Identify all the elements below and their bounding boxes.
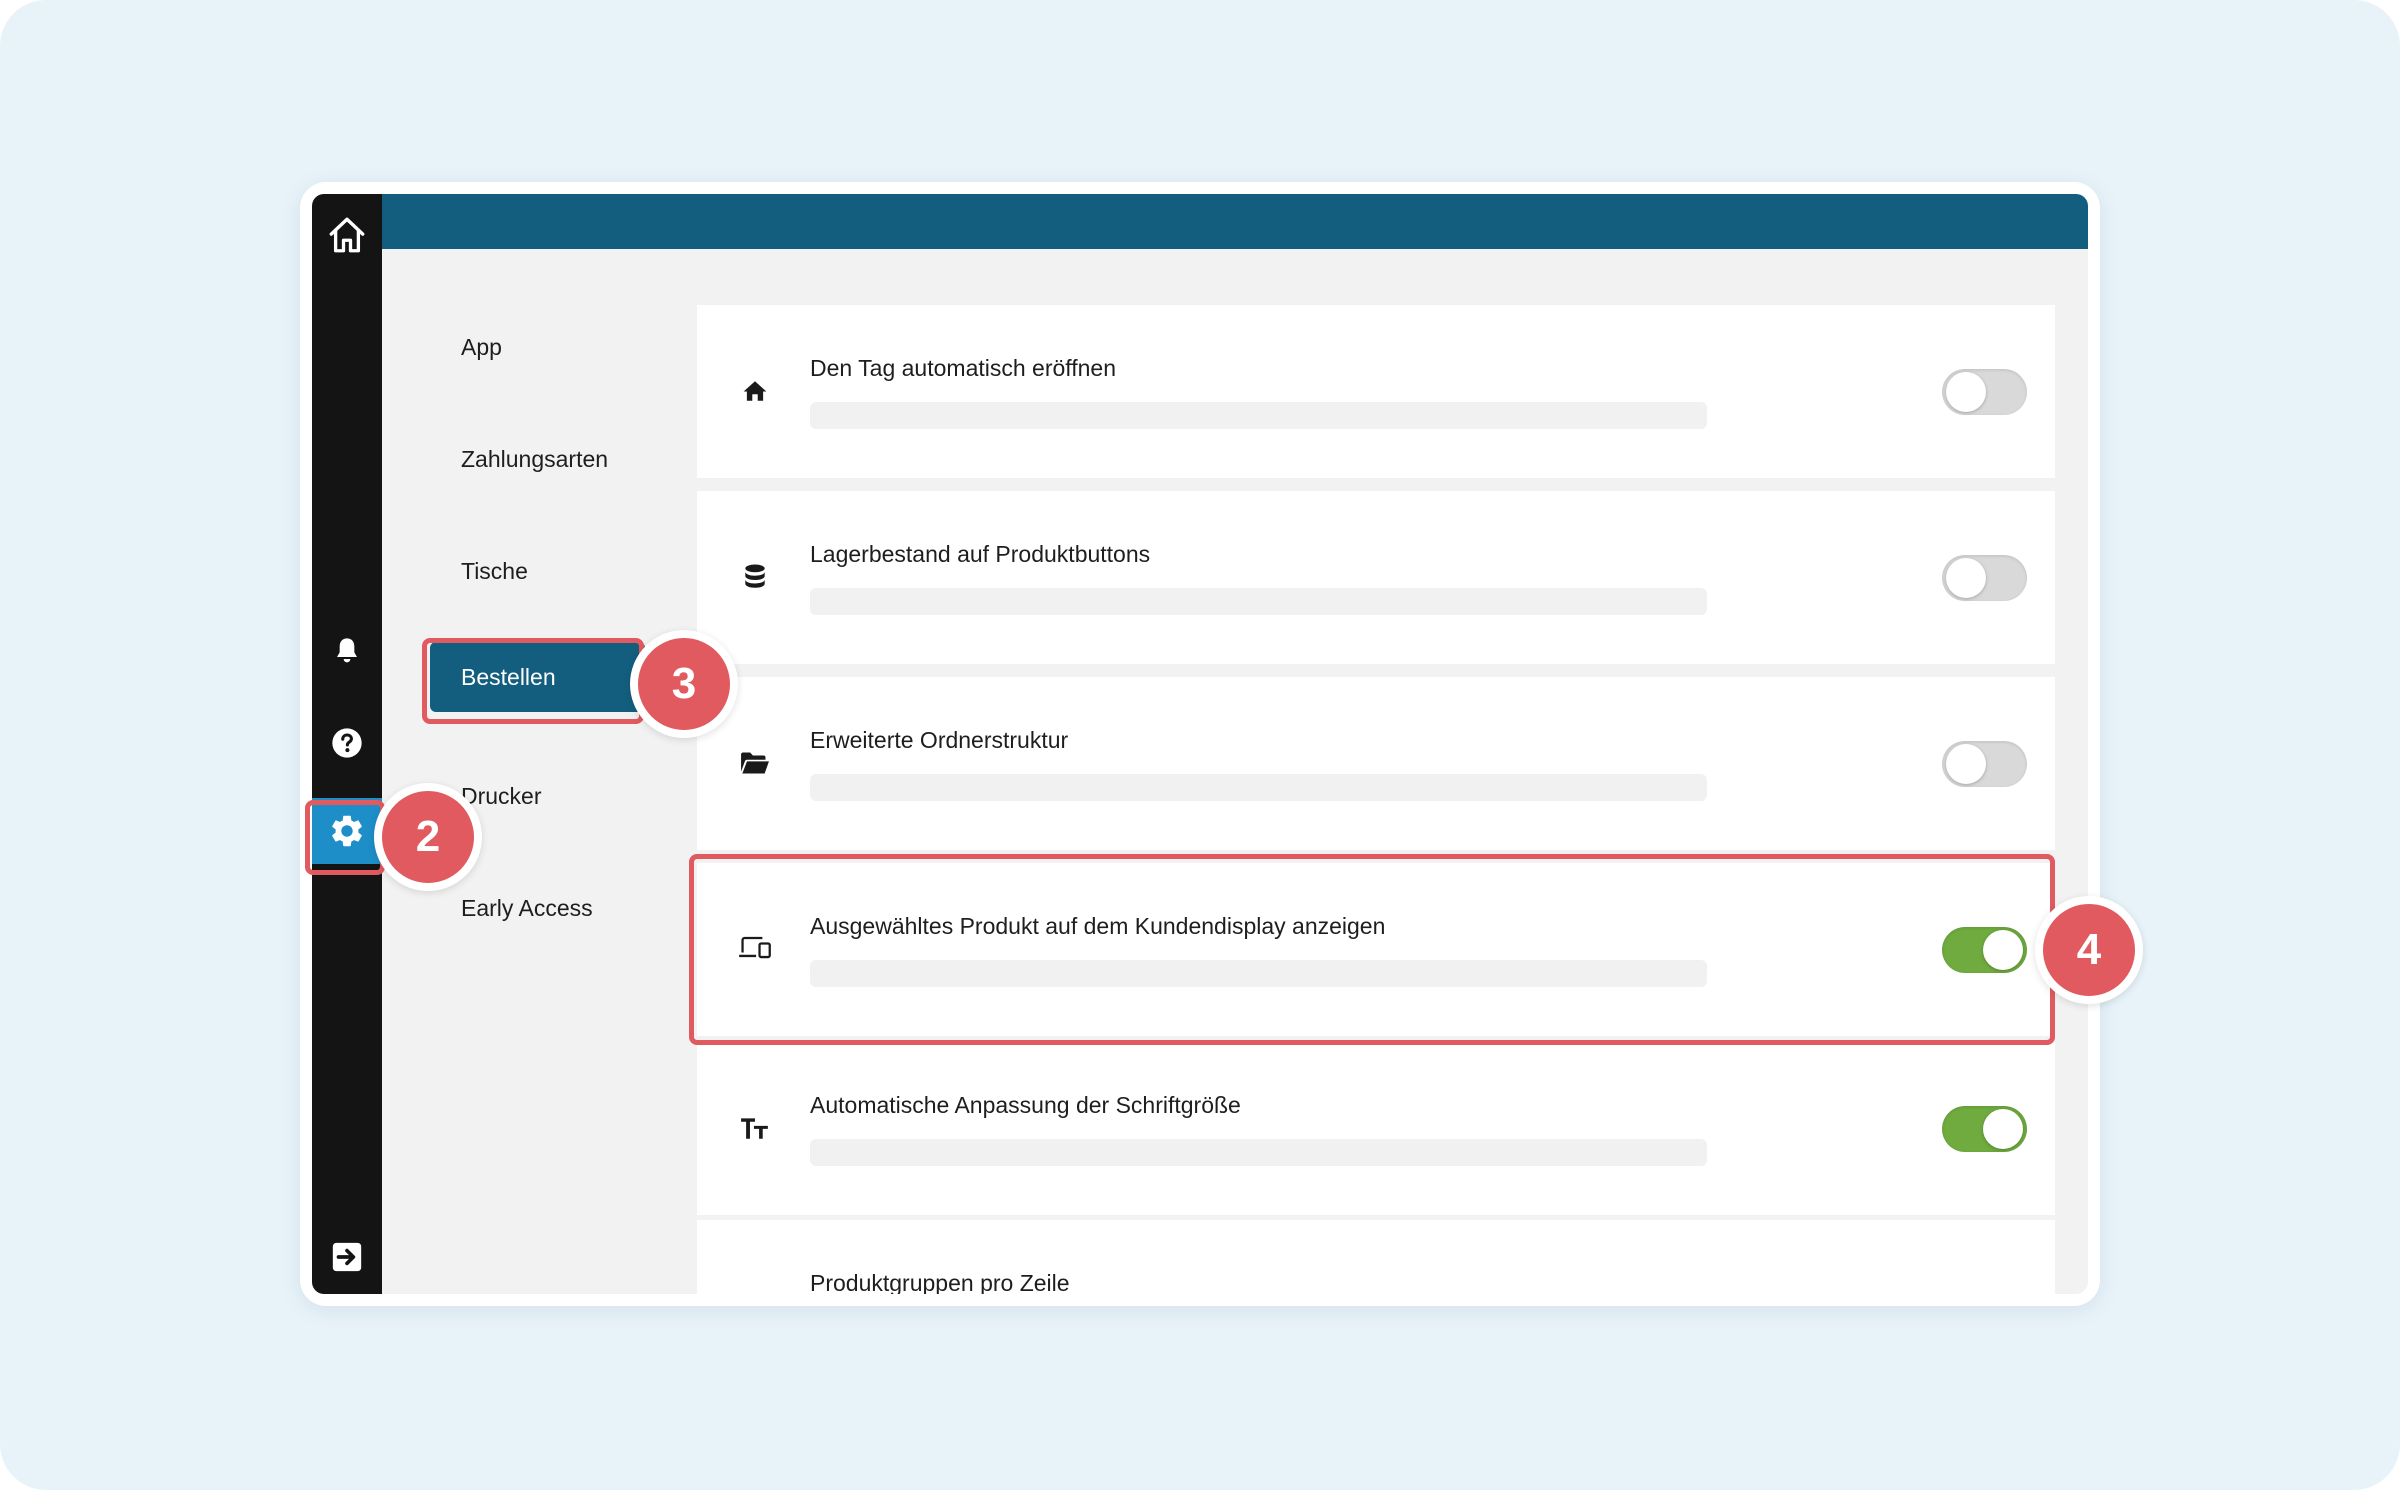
help-button[interactable] [312, 714, 382, 772]
setting-description-placeholder [810, 774, 1707, 801]
home-icon [329, 217, 365, 253]
setting-toggle[interactable] [1942, 369, 2027, 415]
setting-row: Den Tag automatisch eröffnen [697, 305, 2055, 478]
setting-row: Erweiterte Ordnerstruktur [697, 677, 2055, 850]
step-badge-4: 4 [2035, 896, 2143, 1004]
folder-open-icon [737, 745, 773, 781]
help-icon [332, 728, 362, 758]
setting-title: Lagerbestand auf Produktbuttons [810, 541, 1151, 567]
setting-toggle[interactable] [1942, 741, 2027, 787]
setting-row: Produktgruppen pro Zeile [697, 1220, 2055, 1294]
setting-toggle[interactable] [1942, 555, 2027, 601]
logout-icon [332, 1242, 362, 1272]
text-size-icon [737, 1110, 773, 1146]
header-bar [382, 194, 2088, 249]
menu-item-app[interactable]: App [461, 327, 502, 367]
setting-title: Den Tag automatisch eröffnen [810, 355, 1117, 381]
setting-title: Erweiterte Ordnerstruktur [810, 727, 1069, 753]
step-badge-2: 2 [374, 783, 482, 891]
menu-item-tische[interactable]: Tische [461, 551, 528, 591]
setting-description-placeholder [810, 402, 1707, 429]
home-button[interactable] [312, 206, 382, 264]
setting-title: Produktgruppen pro Zeile [810, 1270, 1070, 1294]
highlight-settings-button [305, 800, 385, 875]
step-badge-3: 3 [630, 630, 738, 738]
setting-description-placeholder [810, 588, 1707, 615]
highlight-customer-display-setting [689, 854, 2055, 1045]
home-icon [737, 373, 773, 409]
setting-title: Automatische Anpassung der Schriftgröße [810, 1092, 1241, 1118]
setting-row: Automatische Anpassung der Schriftgröße [697, 1042, 2055, 1215]
setting-row: Lagerbestand auf Produktbuttons [697, 491, 2055, 664]
sidebar-rail [312, 194, 382, 1294]
setting-description-placeholder [810, 1139, 1707, 1166]
highlight-bestellen-item [422, 638, 644, 724]
database-icon [737, 559, 773, 595]
notifications-button[interactable] [312, 622, 382, 680]
setting-toggle[interactable] [1942, 1106, 2027, 1152]
app-window: App Zahlungsarten Tische Bestellen Druck… [312, 194, 2088, 1294]
logout-button[interactable] [312, 1228, 382, 1286]
menu-item-early-access[interactable]: Early Access [461, 888, 593, 928]
bell-icon [337, 638, 357, 663]
menu-item-zahlungsarten[interactable]: Zahlungsarten [461, 439, 608, 479]
